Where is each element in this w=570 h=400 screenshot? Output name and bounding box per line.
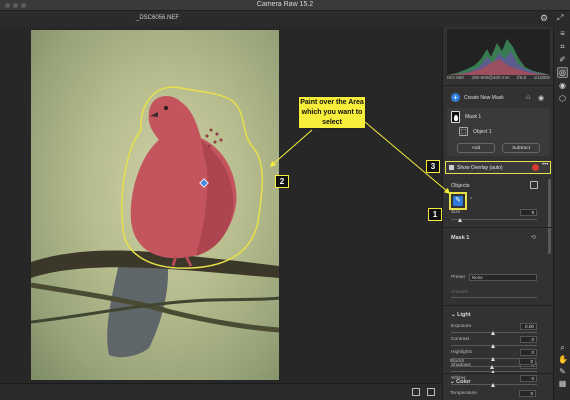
whites-value[interactable]: 0 (520, 375, 537, 382)
blacks-knob[interactable] (490, 365, 494, 369)
size-slider-knob[interactable] (458, 218, 462, 222)
brush-icon[interactable]: ✎ (453, 196, 463, 206)
amount-slider[interactable] (451, 297, 537, 298)
presets-icon[interactable]: ⬡ (558, 94, 567, 103)
color-title: Color (456, 379, 471, 385)
show-overlay-row[interactable]: Show Overlay (auto) ••• (445, 161, 551, 174)
overlay-more-icon[interactable]: ••• (542, 162, 548, 168)
exif-shutter: 1/1000s (533, 75, 550, 80)
exif-lens: 200-500@400 mm (471, 75, 510, 80)
exif-aperture: f/5.6 (517, 75, 527, 80)
gear-icon[interactable]: ⚙ (539, 13, 549, 23)
bird-photo (31, 86, 279, 358)
highlights-label: Highlights (451, 350, 473, 355)
add-button[interactable]: Add (457, 143, 495, 153)
whites-knob[interactable] (491, 383, 495, 387)
overlay-color-swatch[interactable] (532, 164, 539, 171)
visibility-icon[interactable]: ◉ (538, 94, 544, 102)
subtract-button[interactable]: Subtract (502, 143, 540, 153)
blacks-value[interactable]: 0 (519, 358, 536, 365)
before-after-icon[interactable] (427, 388, 435, 396)
file-name-bar: _DSC6056.NEF (0, 11, 442, 27)
color-section-header[interactable]: ⌄ Color (450, 379, 471, 385)
exposure-knob[interactable] (491, 331, 495, 335)
reset-icon[interactable]: ⟲ (531, 234, 536, 241)
temperature-value[interactable]: 0 (519, 390, 536, 397)
panel-scrollbar[interactable] (548, 179, 551, 254)
compare-view-icon[interactable] (412, 388, 420, 396)
highlights-value[interactable]: 0 (520, 349, 537, 356)
amount-label: Amount (451, 290, 468, 295)
contrast-label: Contrast (451, 337, 470, 342)
divider (443, 305, 554, 306)
exif-info: ISO 800 200-500@400 mm f/5.6 1/1000s (447, 75, 550, 80)
sampler-icon[interactable]: ✎ (558, 367, 567, 376)
mask-list: Mask 1 ⬚ Object 1 Add Subtract (447, 108, 550, 156)
create-new-mask-label: Create New Mask (464, 94, 504, 101)
grid-icon[interactable]: ▦ (558, 379, 567, 388)
exif-iso: ISO 800 (447, 75, 464, 80)
divider (442, 373, 553, 374)
title-bar: Camera Raw 15.2 (0, 0, 570, 11)
image-canvas[interactable] (0, 27, 442, 383)
preset-label: Preset (451, 275, 465, 280)
contrast-value[interactable]: 0 (520, 336, 537, 343)
masking-panel: ISO 800 200-500@400 mm f/5.6 1/1000s + C… (442, 27, 554, 400)
object-name[interactable]: Object 1 (473, 129, 492, 135)
highlights-knob[interactable] (491, 357, 495, 361)
objects-heading: Objects (451, 183, 470, 189)
num2-text: 2 (279, 177, 285, 186)
window-title: Camera Raw 15.2 (256, 1, 314, 8)
object-icon[interactable]: ⬚ (459, 127, 468, 136)
annotation-callout: Paint over the Area which you want to se… (298, 96, 366, 129)
size-label: Size (451, 210, 461, 215)
light-title: Light (457, 312, 471, 318)
size-slider[interactable] (451, 219, 537, 220)
contrast-knob[interactable] (491, 344, 495, 348)
objects-settings-icon[interactable] (530, 181, 538, 189)
masking-icon[interactable]: ◎ (557, 67, 568, 78)
num1-text: 1 (432, 210, 438, 219)
healing-icon[interactable]: ✐ (558, 55, 567, 64)
mask-thumbnail[interactable] (451, 111, 460, 123)
tool-strip: ≡ ⌗ ✐ ◎ ◉ ⬡ ⌕ ✋ ✎ ▦ (553, 27, 570, 400)
bottom-toolbar (0, 383, 442, 400)
divider (443, 227, 554, 228)
subtract-label: Subtract (512, 146, 530, 151)
zoom-icon[interactable]: ⌕ (558, 343, 567, 352)
add-label: Add (471, 146, 481, 151)
annotation-number-3: 3 (426, 160, 440, 173)
exposure-label: Exposure (451, 324, 472, 329)
temperature-label: Temperature (450, 391, 477, 396)
create-new-mask-button[interactable]: + Create New Mask (451, 93, 504, 102)
rectangle-select-icon[interactable]: ▫ (470, 196, 472, 202)
show-overlay-checkbox[interactable] (449, 165, 454, 170)
preset-dropdown[interactable]: None (469, 274, 537, 281)
mask-section-title: Mask 1 (451, 235, 470, 241)
num3-text: 3 (430, 162, 436, 171)
edit-icon[interactable]: ≡ (558, 29, 567, 38)
callout-text: Paint over the Area which you want to se… (300, 99, 364, 126)
crop-icon[interactable]: ⌗ (558, 42, 567, 51)
hand-icon[interactable]: ✋ (558, 355, 568, 364)
file-name: _DSC6056.NEF (136, 15, 180, 21)
redeye-icon[interactable]: ◉ (558, 81, 567, 90)
show-overlay-label: Show Overlay (auto) (457, 165, 503, 171)
mask-options-icon[interactable]: ⌂ (526, 94, 530, 101)
plus-icon: + (451, 93, 460, 102)
annotation-number-1: 1 (428, 208, 442, 221)
histogram (447, 29, 550, 75)
mask-name[interactable]: Mask 1 (465, 114, 481, 120)
divider (443, 85, 554, 86)
fullscreen-icon[interactable]: ⤢ (557, 13, 563, 23)
light-section-header[interactable]: ⌄ Light (451, 312, 471, 318)
brush-tool-box[interactable]: ✎ (449, 192, 467, 210)
blacks-label: Blacks (450, 359, 465, 364)
photo-preview[interactable] (31, 30, 279, 380)
exposure-value[interactable]: 0.00 (520, 323, 537, 330)
annotation-number-2: 2 (275, 175, 289, 188)
size-value[interactable]: 9 (520, 209, 537, 216)
